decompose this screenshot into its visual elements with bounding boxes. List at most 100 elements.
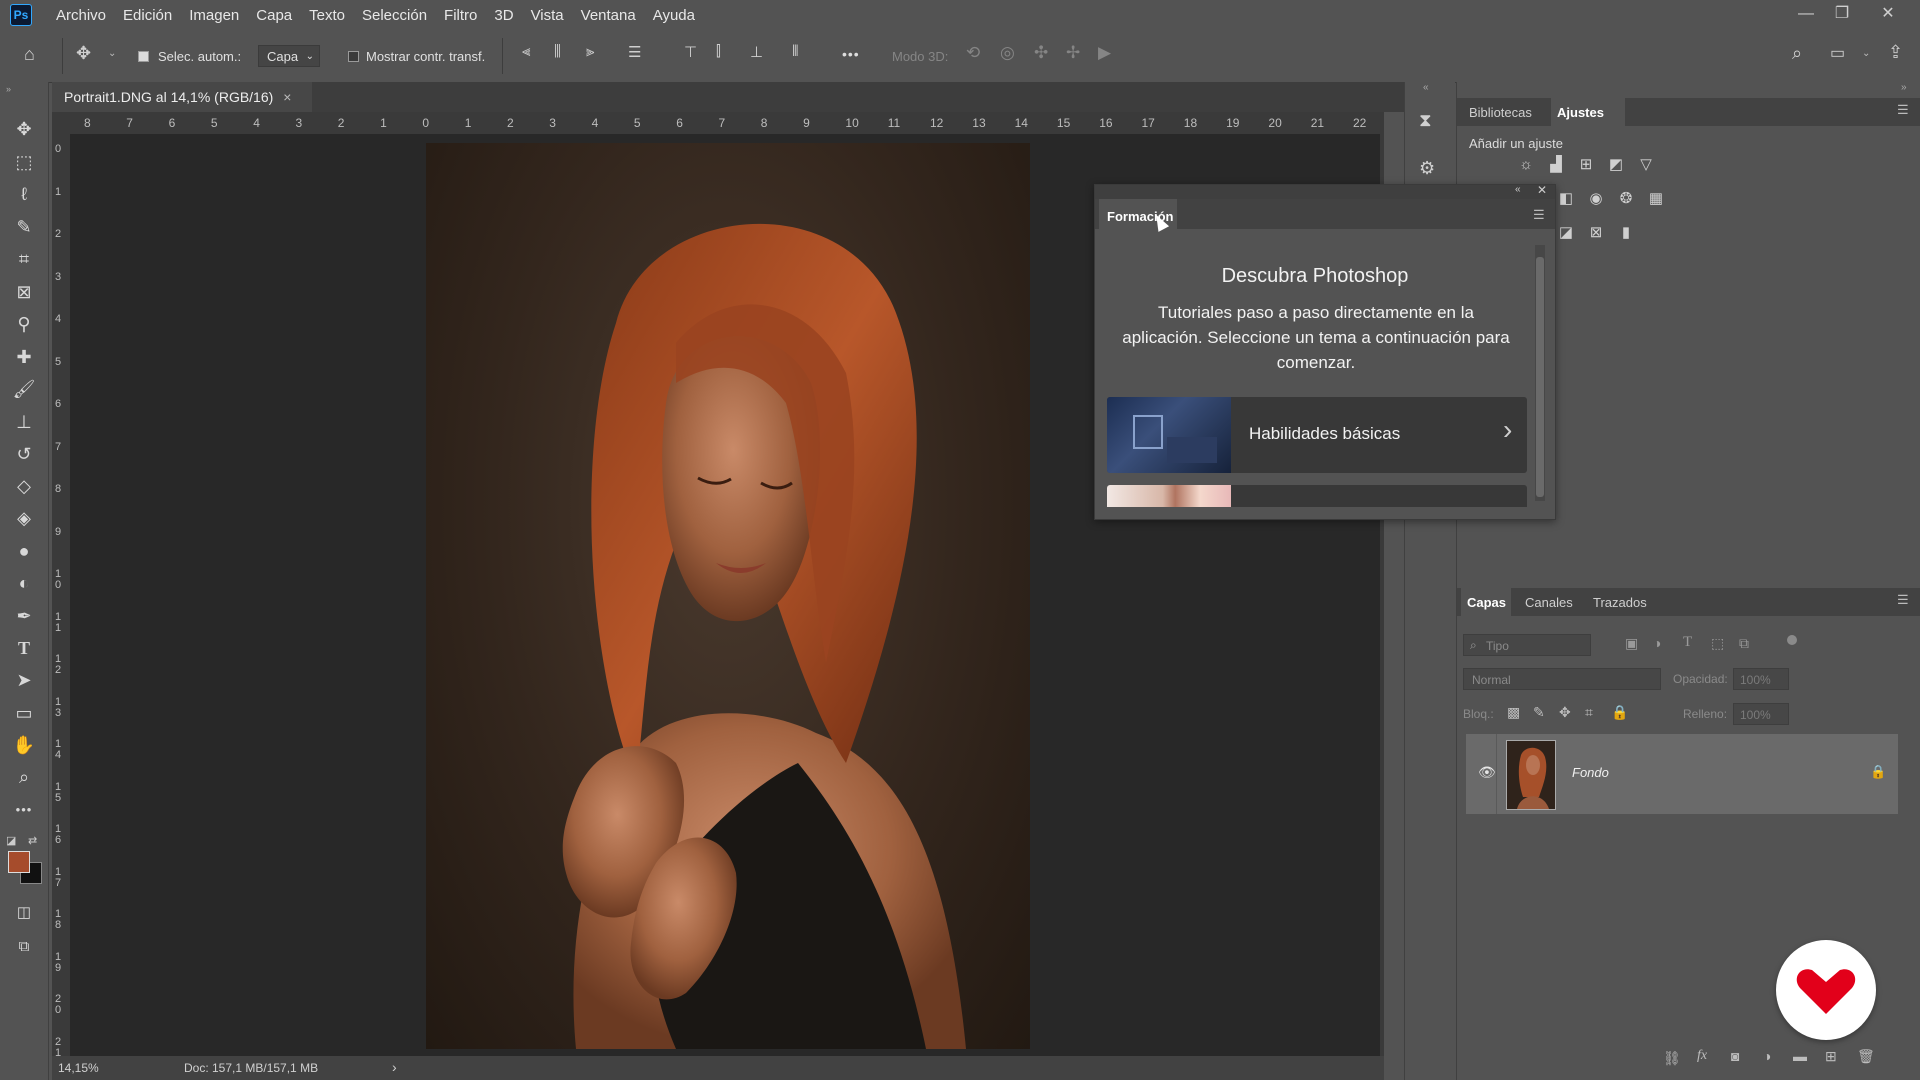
eye-icon[interactable]: 👁 (1478, 764, 1496, 781)
basic-skills-card[interactable]: Habilidades básicas › (1107, 397, 1527, 473)
color-lookup-icon[interactable]: ▦ (1645, 188, 1667, 210)
channel-mixer-icon[interactable]: ❂ (1615, 188, 1637, 210)
opacity-input[interactable]: 100% (1733, 668, 1789, 690)
filter-type-icon[interactable]: T (1683, 634, 1692, 651)
align-right-icon[interactable]: ⫸ (586, 43, 594, 60)
align-left-icon[interactable]: ⫷ (522, 43, 530, 60)
pen-tool-icon[interactable]: ✒ (10, 603, 38, 629)
screen-mode-icon[interactable]: ⧉ (10, 934, 38, 960)
delete-layer-icon[interactable]: 🗑 (1857, 1048, 1875, 1065)
distribute-vertical-icon[interactable]: ☰ (628, 43, 641, 61)
black-white-icon[interactable]: ◧ (1555, 188, 1577, 210)
gradient-map-icon[interactable]: ▮ (1615, 222, 1637, 244)
more-tools-icon[interactable]: ••• (10, 797, 38, 823)
vertical-ruler[interactable]: 0 1 2 3 4 5 6 7 8 9 10 11 12 13 14 15 16 17 18 19 20 21 (52, 134, 71, 1058)
restore-icon[interactable]: ❐ (1828, 2, 1856, 26)
horizontal-ruler[interactable]: 8 7 6 5 4 3 2 1 0 1 2 3 4 5 6 7 8 9 10 11 12 13 14 15 16 17 18 19 20… (70, 112, 1384, 135)
collapse-icon[interactable]: « (1423, 82, 1429, 93)
menu-filtro[interactable]: Filtro (444, 7, 477, 24)
curves-icon[interactable]: ⊞ (1575, 154, 1597, 176)
eraser-tool-icon[interactable]: ◇ (10, 473, 38, 499)
learn-scrollbar[interactable] (1535, 245, 1545, 501)
frame-tool-icon[interactable]: ⊠ (10, 279, 38, 305)
search-icon[interactable]: ⌕ (1792, 43, 1802, 64)
levels-icon[interactable]: ▟ (1545, 154, 1567, 176)
zoom-tool-icon[interactable]: ⌕ (10, 764, 38, 790)
filter-toggle[interactable] (1787, 635, 1797, 645)
lock-icon[interactable]: 🔒 (1870, 764, 1886, 780)
fill-input[interactable]: 100% (1733, 703, 1789, 725)
panel-menu-icon[interactable]: ☰ (1533, 207, 1545, 223)
status-menu-arrow[interactable]: › (392, 1059, 397, 1075)
new-layer-icon[interactable]: ⊞ (1825, 1048, 1837, 1065)
default-colors-icon[interactable]: ◪ (6, 834, 16, 847)
properties-panel-icon[interactable]: ⚙ (1419, 158, 1435, 179)
tab-capas[interactable]: Capas (1467, 595, 1506, 610)
new-group-icon[interactable]: ▬ (1793, 1048, 1807, 1064)
video-camera-icon[interactable]: ▶ (1098, 43, 1111, 63)
auto-select-checkbox[interactable] (138, 51, 149, 62)
second-card[interactable] (1107, 485, 1527, 507)
rectangle-tool-icon[interactable]: ▭ (10, 700, 38, 726)
menu-3d[interactable]: 3D (494, 7, 513, 24)
portrait-photo[interactable] (426, 143, 1030, 1049)
zoom-level[interactable]: 14,15% (58, 1061, 99, 1075)
add-mask-icon[interactable]: ◙ (1731, 1048, 1739, 1064)
workspace-icon[interactable]: ▭ (1830, 43, 1845, 63)
threshold-icon[interactable]: ◪ (1555, 222, 1577, 244)
show-transform-checkbox[interactable] (348, 51, 359, 62)
slide-3d-icon[interactable]: ✢ (1066, 43, 1080, 63)
close-window-icon[interactable]: ✕ (1874, 2, 1902, 26)
auto-select-dropdown[interactable]: Capa ⌄ (258, 45, 320, 67)
blend-mode-dropdown[interactable]: Normal (1463, 668, 1661, 690)
collapse-icon[interactable]: « (1515, 184, 1521, 195)
filter-smart-object-icon[interactable]: ⧉ (1739, 635, 1749, 652)
more-options-icon[interactable]: ••• (842, 46, 860, 62)
brush-tool-icon[interactable]: 🖌 (10, 376, 38, 402)
menu-archivo[interactable]: Archivo (56, 7, 106, 24)
tab-canales[interactable]: Canales (1525, 595, 1573, 610)
crop-tool-icon[interactable]: ⌗ (10, 246, 38, 272)
align-middle-icon[interactable]: ⫿ (716, 43, 721, 60)
marquee-tool-icon[interactable]: ⬚ (10, 149, 38, 175)
align-center-icon[interactable]: ⫼ (554, 43, 561, 60)
photoshop-logo[interactable]: Ps (10, 4, 32, 26)
menu-imagen[interactable]: Imagen (189, 7, 239, 24)
close-panel-icon[interactable]: ✕ (1537, 183, 1547, 197)
lasso-tool-icon[interactable]: ℓ (10, 181, 38, 207)
hand-tool-icon[interactable]: ✋ (10, 732, 38, 758)
selective-color-icon[interactable]: ⊠ (1585, 222, 1607, 244)
menu-seleccion[interactable]: Selección (362, 7, 427, 24)
vibrance-icon[interactable]: ▽ (1635, 154, 1657, 176)
chevron-down-icon[interactable]: ⌄ (1862, 48, 1870, 59)
collapse-icon[interactable]: » (1901, 82, 1907, 93)
history-panel-icon[interactable]: ⧗ (1419, 110, 1432, 131)
clone-stamp-tool-icon[interactable]: ⊥ (10, 409, 38, 435)
fx-icon[interactable]: fx (1697, 1048, 1707, 1064)
lock-image-icon[interactable]: ✎ (1533, 704, 1545, 721)
path-selection-tool-icon[interactable]: ➤ (10, 667, 38, 693)
tab-trazados[interactable]: Trazados (1593, 595, 1647, 610)
brightness-contrast-icon[interactable]: ☼ (1515, 154, 1537, 176)
tab-ajustes[interactable]: Ajustes (1557, 105, 1604, 120)
type-tool-icon[interactable]: T (10, 635, 38, 661)
learn-scrollbar-thumb[interactable] (1536, 257, 1544, 497)
document-tab[interactable]: Portrait1.DNG al 14,1% (RGB/16) × (52, 82, 312, 112)
menu-ayuda[interactable]: Ayuda (653, 7, 695, 24)
panel-menu-icon[interactable]: ☰ (1897, 592, 1909, 608)
healing-brush-tool-icon[interactable]: ✚ (10, 344, 38, 370)
foreground-color-swatch[interactable] (8, 851, 30, 873)
blur-tool-icon[interactable]: ● (10, 538, 38, 564)
distribute-horizontal-icon[interactable]: ⦀ (792, 43, 799, 60)
menu-texto[interactable]: Texto (309, 7, 345, 24)
close-tab-icon[interactable]: × (283, 89, 291, 105)
layer-name[interactable]: Fondo (1572, 765, 1609, 780)
minimize-icon[interactable]: — (1792, 2, 1820, 26)
collapse-icon[interactable]: » (6, 84, 11, 94)
dodge-tool-icon[interactable]: ◐ (10, 570, 38, 596)
share-icon[interactable]: ⇪ (1888, 42, 1903, 63)
move-tool-icon[interactable]: ✥ (10, 116, 38, 142)
filter-adjustment-icon[interactable]: ◑ (1653, 635, 1661, 651)
move-tool-preset-icon[interactable]: ✥ (76, 43, 91, 64)
layer-row[interactable]: 👁 Fondo 🔒 (1466, 734, 1898, 814)
